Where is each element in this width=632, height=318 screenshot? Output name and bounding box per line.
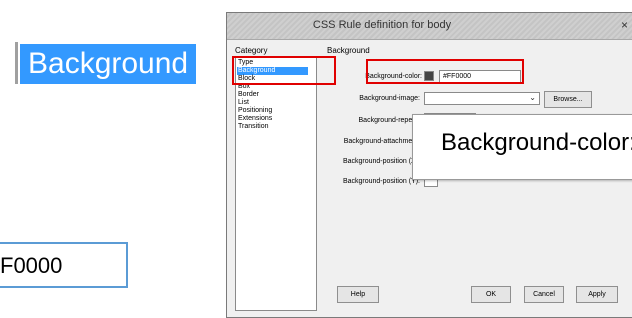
chevron-down-icon: ⌄ — [529, 93, 536, 102]
background-image-label: Background-image: — [359, 95, 420, 102]
zoom-color-field-value: F0000 — [0, 253, 63, 278]
close-icon[interactable]: × — [621, 18, 628, 32]
magnifier-text: Background-color: — [441, 129, 632, 156]
category-item-positioning[interactable]: Positioning — [238, 107, 272, 115]
zoom-color-field: F0000 — [0, 242, 128, 288]
zoom-background-label: Background — [20, 44, 197, 84]
zoom-separator — [15, 42, 18, 84]
background-position-x-label: Background-position (X): — [342, 158, 420, 165]
browse-button[interactable]: Browse... — [544, 91, 592, 108]
category-label: Category — [235, 46, 268, 55]
background-position-y-label: Background-position (Y): — [342, 178, 420, 185]
annotation-box-color — [366, 59, 524, 84]
background-image-select[interactable]: ⌄ — [424, 92, 540, 105]
dialog-titlebar: CSS Rule definition for body × — [227, 13, 632, 40]
apply-button[interactable]: Apply — [576, 286, 618, 303]
cancel-button[interactable]: Cancel — [524, 286, 564, 303]
background-attachment-label: Background-attachment: — [343, 138, 420, 145]
magnifier-callout: Background-color: — [412, 114, 632, 180]
section-title: Background — [327, 46, 370, 55]
help-button[interactable]: Help — [337, 286, 379, 303]
ok-button[interactable]: OK — [471, 286, 511, 303]
annotation-box-category — [232, 56, 336, 85]
category-item-transition[interactable]: Transition — [238, 123, 268, 131]
background-repeat-label: Background-repeat: — [358, 117, 420, 124]
dialog-title: CSS Rule definition for body — [312, 19, 452, 31]
